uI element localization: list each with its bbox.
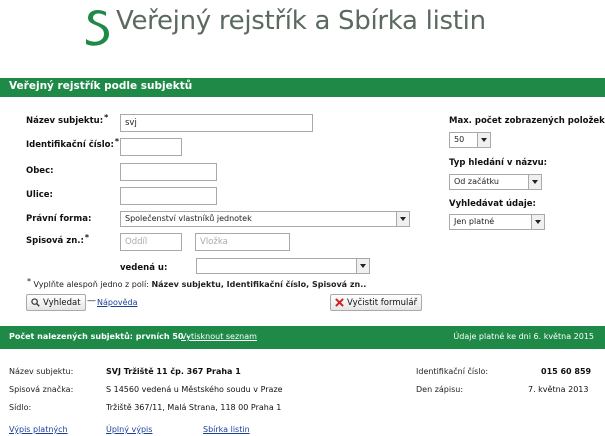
search-data-label: Vyhledávat údaje: <box>449 199 536 209</box>
file-no-label: Spisová zn.:* <box>26 233 90 246</box>
hint-prefix: Vyplňte alespoň jedno z polí: <box>33 280 149 289</box>
search-type-value: Od začátku <box>454 177 499 186</box>
max-results-label: Max. počet zobrazených položek: <box>449 116 605 126</box>
search-data-value: Jen platné <box>454 217 495 226</box>
search-button-label: Vyhledat <box>43 297 81 308</box>
result-name-value: SVJ Tržiště 11 čp. 367 Praha 1 <box>106 367 241 376</box>
required-mark: * <box>114 137 120 146</box>
chevron-down-icon[interactable] <box>396 212 409 226</box>
result-ico-label: Identifikační číslo: <box>416 367 489 376</box>
kept-at-select[interactable] <box>196 258 370 274</box>
result-file-label: Spisová značka: <box>9 385 74 394</box>
legal-form-value: Společenství vlastníků jednotek <box>125 214 252 223</box>
chevron-down-icon[interactable] <box>528 175 541 189</box>
site-title: Veřejný rejstřík a Sbírka listin <box>116 6 486 36</box>
subject-name-input[interactable]: svj <box>120 114 313 132</box>
separator-dash: — <box>87 296 96 306</box>
ico-label-text: Identifikační číslo: <box>26 140 114 150</box>
insert-input[interactable]: Vložka <box>195 233 290 251</box>
search-icon <box>31 298 40 307</box>
logo-icon <box>86 10 109 46</box>
chevron-down-icon[interactable] <box>531 215 544 229</box>
section-title: Veřejný rejstřík podle subjektů <box>9 80 193 92</box>
result-ico-value: 015 60 859 <box>541 367 592 376</box>
site-header: Veřejný rejstřík a Sbírka listin <box>0 0 605 78</box>
max-results-value: 50 <box>454 135 465 144</box>
search-data-select[interactable]: Jen platné <box>449 214 545 230</box>
document-collection-link[interactable]: Sbírka listin <box>203 425 250 434</box>
result-reg-label: Den zápisu: <box>416 385 464 394</box>
result-reg-value: 7. května 2013 <box>528 385 589 394</box>
valid-extract-link[interactable]: Výpis platných <box>9 425 68 434</box>
result-name-label: Název subjektu: <box>9 367 74 376</box>
section-input[interactable]: Oddíl <box>120 233 182 251</box>
ico-input[interactable] <box>120 138 182 156</box>
required-hint: * Vyplňte alespoň jedno z polí: Název su… <box>26 277 367 289</box>
full-extract-link[interactable]: Úplný výpis <box>106 425 152 434</box>
municipality-label: Obec: <box>26 166 54 176</box>
results-summary-bar: Počet nalezených subjektů: prvních 50 - … <box>0 326 605 349</box>
street-label: Ulice: <box>26 190 53 200</box>
hint-fields: Název subjektu, Identifikační číslo, Spi… <box>151 280 367 289</box>
search-type-select[interactable]: Od začátku <box>449 174 542 190</box>
max-results-select[interactable]: 50 <box>449 132 491 148</box>
close-icon <box>335 298 344 307</box>
municipality-input[interactable] <box>120 163 217 181</box>
file-no-label-text: Spisová zn.: <box>26 236 84 246</box>
search-form: Název subjektu:* svj Identifikační číslo… <box>0 97 605 326</box>
result-seat-value: Tržiště 367/11, Malá Strana, 118 00 Prah… <box>106 403 282 412</box>
street-input[interactable] <box>120 187 217 205</box>
chevron-down-icon[interactable] <box>356 259 369 273</box>
search-button[interactable]: Vyhledat <box>26 294 86 311</box>
required-mark: * <box>84 233 90 242</box>
subject-name-label-text: Název subjektu: <box>26 116 104 126</box>
valid-as-of: Údaje platné ke dni 6. května 2015 <box>453 332 594 341</box>
results-count: Počet nalezených subjektů: prvních 50 - <box>9 332 190 341</box>
clear-form-button[interactable]: Vyčistit formulář <box>330 294 423 311</box>
ico-label: Identifikační číslo:* <box>26 137 120 150</box>
required-mark: * <box>104 113 109 122</box>
search-type-label: Typ hledání v názvu: <box>449 158 548 168</box>
kept-at-label: vedená u: <box>120 263 168 273</box>
result-seat-label: Sídlo: <box>9 403 32 412</box>
chevron-down-icon[interactable] <box>477 133 490 147</box>
subject-name-label: Název subjektu:* <box>26 113 109 126</box>
clear-form-button-label: Vyčistit formulář <box>347 297 418 308</box>
help-link[interactable]: Nápověda <box>97 298 138 307</box>
legal-form-select[interactable]: Společenství vlastníků jednotek <box>120 211 410 227</box>
section-title-bar: Veřejný rejstřík podle subjektů <box>0 78 605 97</box>
result-file-value: S 14560 vedená u Městského soudu v Praze <box>106 385 283 394</box>
print-list-link[interactable]: Vytisknout seznam <box>181 332 257 341</box>
required-mark: * <box>27 277 31 286</box>
legal-form-label: Právní forma: <box>26 214 92 224</box>
